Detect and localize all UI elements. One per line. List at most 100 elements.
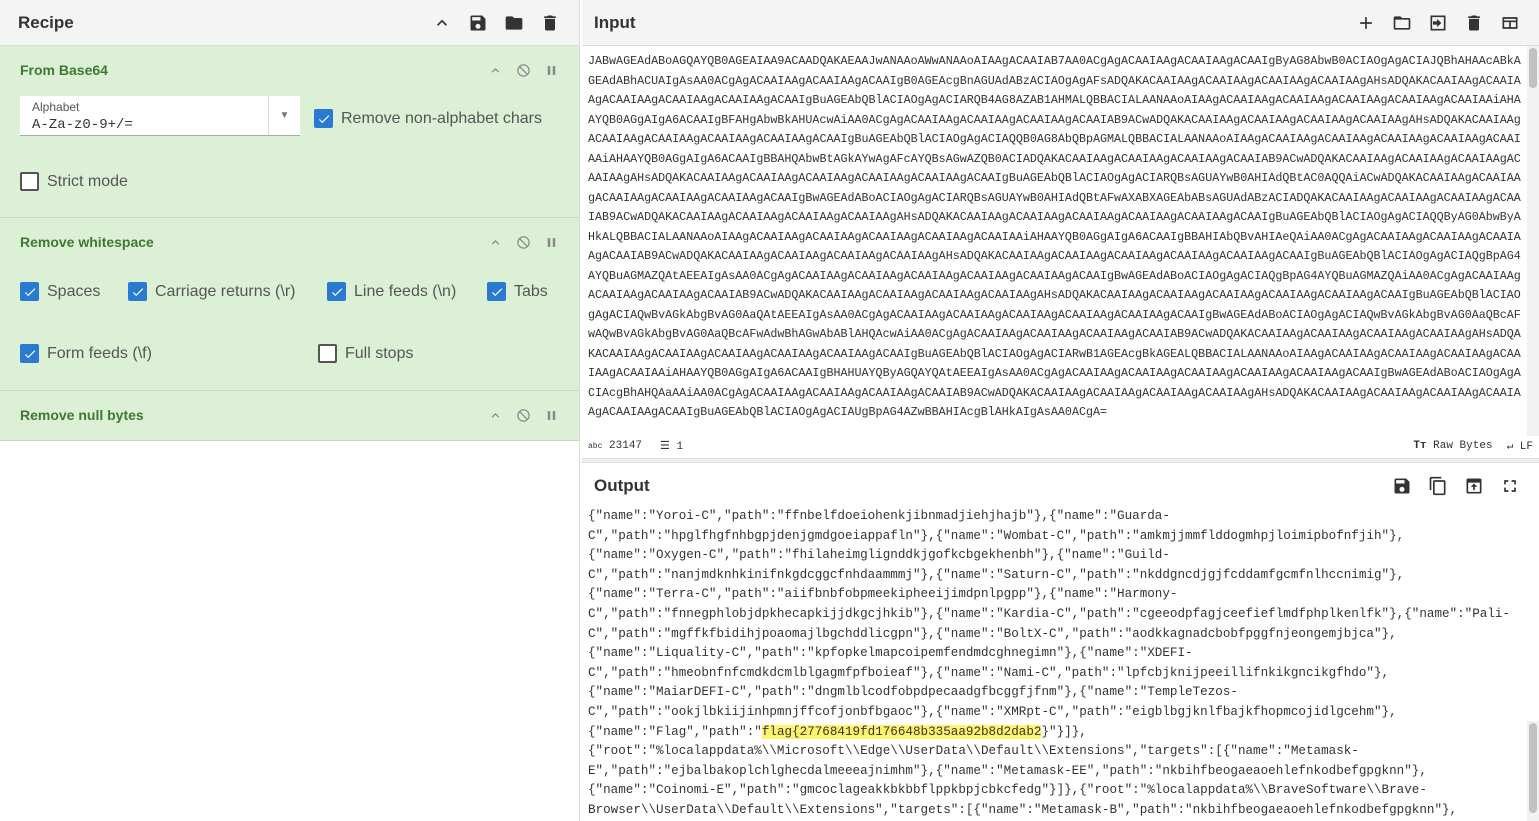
output-text[interactable]: {"name":"Yoroi-C","path":"ffnbelfdoeiohe…	[588, 507, 1518, 821]
line-count-value: 1	[676, 441, 684, 453]
fullscreen-icon[interactable]	[1499, 475, 1521, 497]
output-line: E","path":"ejbalbakoplchlghecdalmeeeajni…	[588, 762, 1518, 782]
chevron-up-icon[interactable]	[431, 12, 453, 34]
output-line: {"root":"%localappdata%\\Microsoft\\Edge…	[588, 742, 1518, 762]
replace-input-icon[interactable]	[1463, 475, 1485, 497]
input-status-bar: abc 23147 ☰ 1 Tт Raw Bytes ↵ LF	[588, 436, 1533, 456]
output-segment: C","path":"nanjmdknhkinifnkgdcggcfnhdaam…	[588, 567, 1405, 582]
folder-icon[interactable]	[503, 12, 525, 34]
checkbox-unchecked-icon[interactable]	[20, 172, 39, 191]
alphabet-value: A-Za-z0-9+/=	[32, 117, 133, 133]
copy-icon[interactable]	[1427, 475, 1449, 497]
output-line: {"name":"Oxygen-C","path":"fhilaheimglig…	[588, 546, 1518, 566]
output-segment: C","path":"fnnegphlobjdpkhecapkijjdkgcjh…	[588, 606, 1511, 621]
output-line: C","path":"hmeobnfnfcmdkdcmlblgagmfpfboi…	[588, 664, 1518, 684]
output-segment: {"root":"%localappdata%\\Microsoft\\Edge…	[588, 744, 1359, 759]
checkbox-unchecked-icon[interactable]	[318, 344, 337, 363]
tabs-checkbox[interactable]: Tabs	[487, 282, 548, 301]
plus-icon[interactable]	[1355, 12, 1377, 34]
checkbox-checked-icon[interactable]	[20, 282, 39, 301]
output-segment: C","path":"ookjlbkiijinhpmnjffcofjonbfbg…	[588, 704, 1397, 719]
spaces-checkbox[interactable]: Spaces	[20, 282, 100, 301]
layout-icon[interactable]	[1499, 12, 1521, 34]
open-folder-icon[interactable]	[1391, 12, 1413, 34]
output-line: C","path":"ookjlbkiijinhpmnjffcofjonbfbg…	[588, 703, 1518, 723]
input-header: Input	[582, 0, 1539, 46]
pause-icon[interactable]	[543, 234, 559, 250]
output-line: {"name":"Yoroi-C","path":"ffnbelfdoeiohe…	[588, 507, 1518, 527]
line-feeds-label: Line feeds (\n)	[354, 282, 457, 300]
line-count: ☰ 1	[660, 439, 683, 453]
checkbox-checked-icon[interactable]	[487, 282, 506, 301]
spaces-label: Spaces	[47, 282, 101, 300]
raw-bytes-label: Raw Bytes	[1433, 440, 1493, 452]
checkbox-checked-icon[interactable]	[128, 282, 147, 301]
output-segment: }"}]},	[1041, 724, 1087, 739]
output-segment: {"name":"Terra-C","path":"aiifbnbfobpmee…	[588, 587, 1178, 602]
chevron-down-icon[interactable]: ▼	[268, 96, 300, 135]
return-icon: ↵	[1506, 441, 1514, 453]
chevron-up-icon[interactable]	[487, 407, 503, 423]
checkbox-checked-icon[interactable]	[314, 109, 333, 128]
alphabet-select[interactable]: Alphabet A-Za-z0-9+/= ▼	[20, 96, 300, 136]
chevron-up-icon[interactable]	[487, 62, 503, 78]
full-stops-checkbox[interactable]: Full stops	[318, 344, 413, 363]
form-feeds-label: Form feeds (\f)	[47, 344, 152, 362]
disable-icon[interactable]	[515, 407, 531, 423]
scroll-thumb[interactable]	[1529, 723, 1537, 813]
op-remove-null-bytes: Remove null bytes	[0, 391, 579, 441]
recipe-pane: Recipe From Base64 Alphabet A-Za-z0-9+/=…	[0, 0, 580, 821]
line-feeds-checkbox[interactable]: Line feeds (\n)	[327, 282, 456, 301]
recipe-header: Recipe	[0, 0, 579, 46]
open-file-icon[interactable]	[1427, 12, 1449, 34]
trash-icon[interactable]	[1463, 12, 1485, 34]
checkbox-checked-icon[interactable]	[20, 344, 39, 363]
output-line: {"name":"MaiarDEFI-C","path":"dngmlblcod…	[588, 683, 1518, 703]
form-feeds-checkbox[interactable]: Form feeds (\f)	[20, 344, 152, 363]
output-header: Output	[582, 463, 1539, 509]
scroll-thumb[interactable]	[1529, 48, 1537, 88]
output-segment: C","path":"hpglfhgfnhbgpjdenjgmdgoeiappa…	[588, 528, 1405, 543]
chr-enc-button[interactable]: Tт Raw Bytes	[1413, 440, 1492, 452]
output-segment: {"name":"Oxygen-C","path":"fhilaheimglig…	[588, 548, 1170, 563]
cyberchef-app: Recipe From Base64 Alphabet A-Za-z0-9+/=…	[0, 0, 1539, 821]
disable-icon[interactable]	[515, 234, 531, 250]
lines-icon: ☰	[660, 441, 670, 453]
disable-icon[interactable]	[515, 62, 531, 78]
op-remove-whitespace: Remove whitespace Spaces Carriage return…	[0, 218, 579, 391]
pause-icon[interactable]	[543, 62, 559, 78]
char-count: abc 23147	[588, 440, 642, 452]
save-icon[interactable]	[1391, 475, 1413, 497]
output-line: {"name":"Liquality-C","path":"kpfopkelma…	[588, 644, 1518, 664]
output-line: C","path":"nanjmdknhkinifnkgdcggcfnhdaam…	[588, 566, 1518, 586]
output-scrollbar[interactable]	[1527, 721, 1539, 821]
alphabet-label: Alphabet	[32, 100, 80, 114]
pause-icon[interactable]	[543, 407, 559, 423]
carriage-returns-label: Carriage returns (\r)	[155, 282, 296, 300]
output-segment: {"name":"Liquality-C","path":"kpfopkelma…	[588, 646, 1193, 661]
eol-button[interactable]: ↵ LF	[1507, 439, 1533, 453]
eol-label: LF	[1519, 441, 1533, 453]
save-icon[interactable]	[467, 12, 489, 34]
input-title: Input	[594, 12, 636, 32]
trash-icon[interactable]	[539, 12, 561, 34]
remove-non-alphabet-checkbox[interactable]: Remove non-alphabet chars	[314, 109, 542, 128]
input-scrollbar[interactable]	[1527, 46, 1539, 436]
output-segment: C","path":"mgffkfbidihjpoaomajlbgchddlic…	[588, 626, 1397, 641]
output-segment: {"name":"Coinomi-E","path":"gmcoclageakk…	[588, 783, 1427, 798]
strict-mode-checkbox[interactable]: Strict mode	[20, 172, 128, 191]
output-line: {"name":"Terra-C","path":"aiifbnbfobpmee…	[588, 585, 1518, 605]
op-title: Remove whitespace	[20, 234, 154, 250]
output-segment: C","path":"hmeobnfnfcmdkdcmlblgagmfpfboi…	[588, 665, 1390, 680]
output-line: C","path":"mgffkfbidihjpoaomajlbgchddlic…	[588, 625, 1518, 645]
checkbox-checked-icon[interactable]	[327, 282, 346, 301]
text-type-icon: Tт	[1413, 440, 1427, 452]
input-pane: Input JABwAGEAdABoAGQAYQB0AGEAIAA9ACAADQ…	[582, 0, 1539, 458]
char-count-value: 23147	[609, 440, 643, 452]
chevron-up-icon[interactable]	[487, 234, 503, 250]
input-textarea[interactable]: JABwAGEAdABoAGQAYQB0AGEAIAA9ACAADQAKAEAA…	[588, 52, 1526, 436]
carriage-returns-checkbox[interactable]: Carriage returns (\r)	[128, 282, 295, 301]
op-title: Remove null bytes	[20, 407, 144, 423]
remove-non-alphabet-label: Remove non-alphabet chars	[341, 109, 543, 127]
output-line: Browser\\UserData\\Default\\Extensions",…	[588, 801, 1518, 821]
